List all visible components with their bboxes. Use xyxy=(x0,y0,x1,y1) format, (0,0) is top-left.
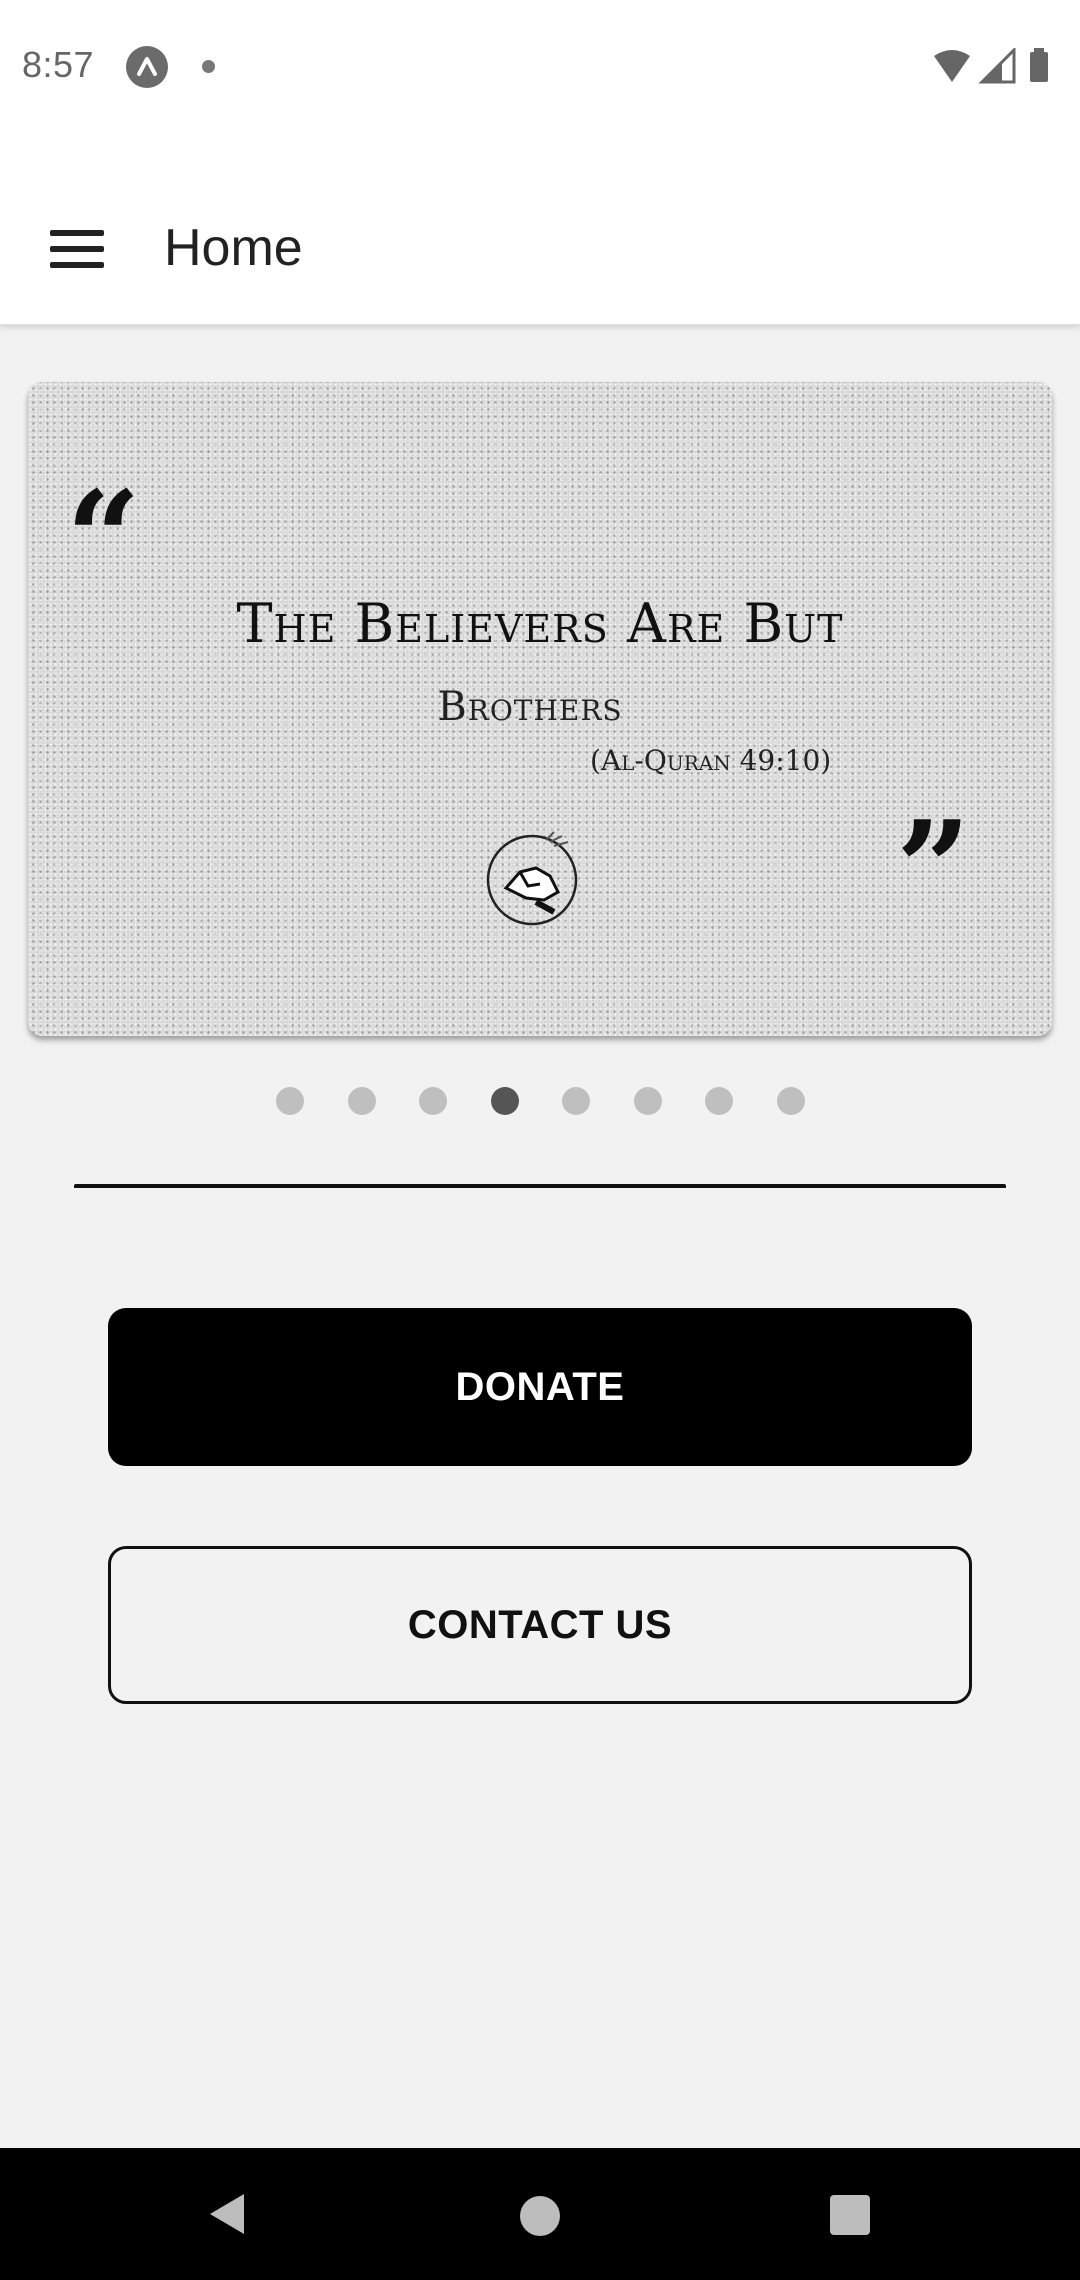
hamburger-menu-icon[interactable] xyxy=(50,230,104,270)
contact-us-button[interactable]: CONTACT US xyxy=(108,1546,972,1704)
donate-button[interactable]: DONATE xyxy=(108,1308,972,1466)
close-quote-mark: ” xyxy=(896,792,971,945)
back-icon[interactable] xyxy=(204,2190,248,2243)
status-bar: 8:57 xyxy=(0,0,1080,136)
signal-icon xyxy=(978,46,1016,84)
page-indicator-dot[interactable] xyxy=(634,1087,662,1115)
page-indicator-dot[interactable] xyxy=(348,1087,376,1115)
page-title: Home xyxy=(164,219,303,277)
quote-text-line1: The Believers Are But xyxy=(236,592,844,655)
page-indicator-dot[interactable] xyxy=(705,1087,733,1115)
system-navigation-bar xyxy=(0,2148,1080,2280)
page-indicator-dot[interactable] xyxy=(491,1087,519,1115)
wifi-icon xyxy=(934,50,970,82)
battery-icon xyxy=(1030,48,1048,82)
page-indicator-dot[interactable] xyxy=(562,1087,590,1115)
app-bar: Home xyxy=(0,136,1080,325)
page-indicator-dot[interactable] xyxy=(419,1087,447,1115)
open-quote-mark: “ xyxy=(66,462,141,615)
dot-icon xyxy=(202,60,215,73)
divider xyxy=(74,1184,1006,1188)
quote-carousel-slide[interactable]: “ The Believers Are But Brothers (Al-Qur… xyxy=(28,382,1052,1036)
status-time: 8:57 xyxy=(22,44,95,85)
recents-icon[interactable] xyxy=(830,2195,870,2235)
home-icon[interactable] xyxy=(520,2196,560,2236)
handshake-icon xyxy=(484,828,584,928)
page-indicator-dot[interactable] xyxy=(276,1087,304,1115)
status-icons xyxy=(932,46,1062,84)
page-indicator-dot[interactable] xyxy=(777,1087,805,1115)
quote-source: (Al-Quran 49:10) xyxy=(590,744,832,777)
quote-text-line2: Brothers xyxy=(437,684,623,730)
app-notification-icon xyxy=(126,46,168,88)
